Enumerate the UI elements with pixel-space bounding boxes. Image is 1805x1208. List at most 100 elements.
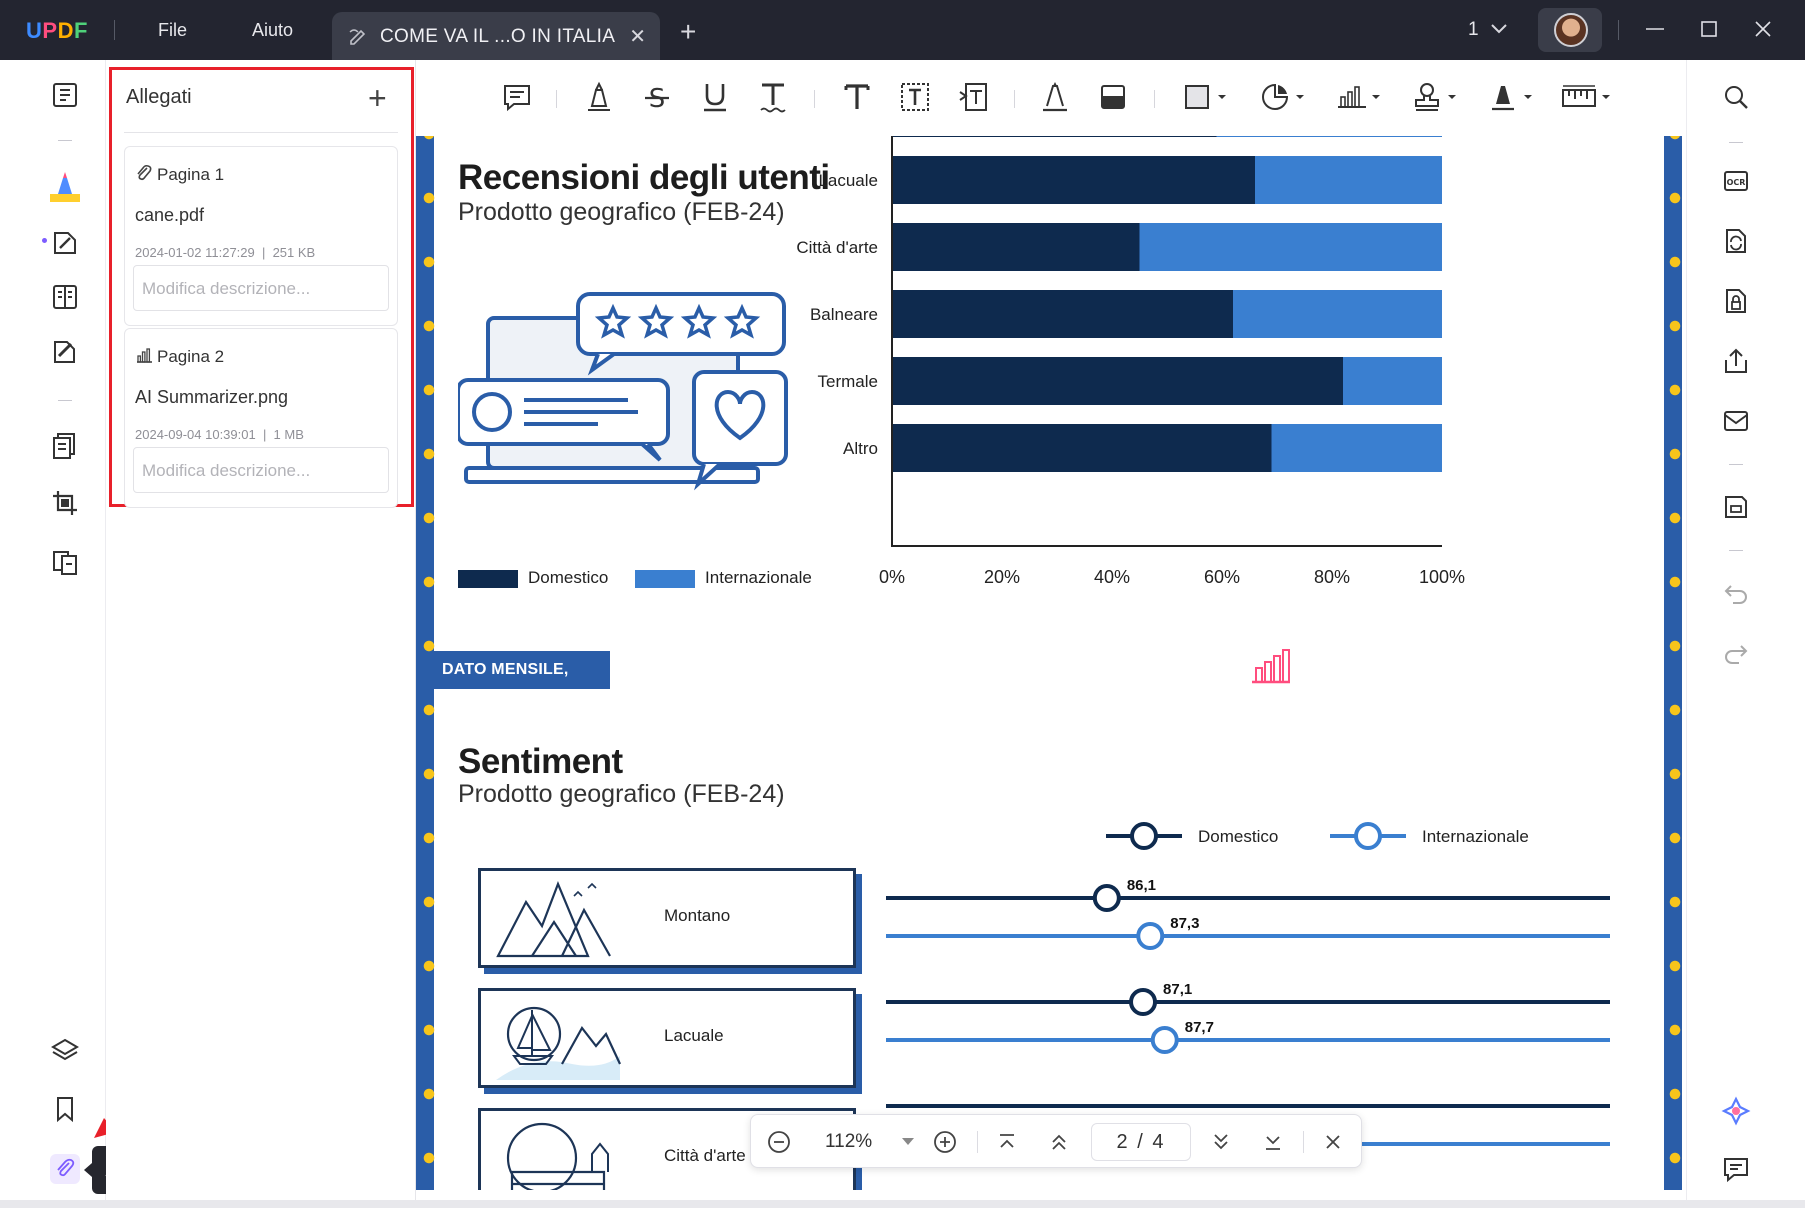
document-tab[interactable]: COME VA IL ...O IN ITALIA ✕ <box>332 12 660 60</box>
bar-internazionale-4 <box>1343 357 1442 405</box>
menu-aiuto[interactable]: Aiuto <box>252 20 293 41</box>
pencil-icon[interactable] <box>1038 80 1072 114</box>
sentiment-subtitle: Prodotto geografico (FEB-24) <box>458 780 785 808</box>
form-icon[interactable] <box>50 282 80 312</box>
compare-icon[interactable] <box>50 548 80 578</box>
squiggly-icon[interactable] <box>756 80 790 114</box>
redo-icon[interactable] <box>1721 638 1751 668</box>
sentiment-card-montano: Montano <box>478 868 858 972</box>
maximize-icon[interactable] <box>1694 14 1724 44</box>
x-tick-label: 60% <box>1204 567 1240 587</box>
ocr-icon[interactable]: OCR <box>1721 166 1751 196</box>
attachment-size: 1 MB <box>273 427 304 442</box>
slider-knob-domestico <box>1129 988 1158 1016</box>
attachment-name: cane.pdf <box>135 205 205 225</box>
underline-icon[interactable] <box>698 80 732 114</box>
minimize-icon[interactable] <box>1640 14 1670 44</box>
last-page-icon[interactable] <box>1259 1128 1287 1156</box>
previous-page-icon[interactable] <box>1045 1128 1073 1156</box>
pdf-page[interactable]: Recensioni degli utenti Prodotto geograf… <box>416 136 1686 1190</box>
dots-right <box>1669 136 1681 1190</box>
mail-icon[interactable] <box>1721 406 1751 436</box>
callout-icon[interactable] <box>956 80 990 114</box>
fill-sign-icon[interactable] <box>50 336 80 366</box>
undo-icon[interactable] <box>1721 578 1751 608</box>
attachment-card[interactable]: Pagina 1 cane.pdf 2024-01-02 11:27:29 | … <box>124 146 398 326</box>
legend-swatch-domestico <box>458 569 518 588</box>
description-field[interactable]: Modifica descrizione... <box>133 265 389 311</box>
attachment-meta: 2024-09-04 10:39:01 | 1 MB <box>135 427 304 442</box>
panel-divider <box>124 132 398 133</box>
attachment-card[interactable]: Pagina 2 AI Summarizer.png 2024-09-04 10… <box>124 328 398 508</box>
add-attachment-button[interactable]: + <box>368 80 387 117</box>
close-window-icon[interactable] <box>1748 14 1778 44</box>
card-label: Lacuale <box>664 1026 724 1045</box>
menu-file[interactable]: File <box>158 20 187 41</box>
comments-icon[interactable] <box>1721 1154 1751 1184</box>
crop-icon[interactable] <box>50 488 80 518</box>
description-field[interactable]: Modifica descrizione... <box>133 447 389 493</box>
eraser-icon[interactable] <box>1096 80 1130 114</box>
stamp-icon[interactable] <box>1410 80 1460 114</box>
highlight-icon[interactable] <box>582 80 616 114</box>
layers-icon[interactable] <box>50 1036 80 1066</box>
next-page-icon[interactable] <box>1207 1128 1235 1156</box>
edit-icon[interactable] <box>50 228 80 258</box>
mountain-icon <box>496 881 611 958</box>
page-indicator[interactable]: 1 <box>1468 19 1479 41</box>
convert-icon[interactable] <box>1721 226 1751 256</box>
slider-value-internazionale: 87,7 <box>1185 1019 1214 1036</box>
legend-internazionale: Internazionale <box>1422 827 1529 846</box>
slider-value-domestico: 87,1 <box>1163 981 1192 998</box>
left-tool-strip <box>24 60 106 1200</box>
tool-separator <box>1154 90 1155 108</box>
attachment-meta: 2024-01-02 11:27:29 | 251 KB <box>135 245 316 260</box>
new-tab-icon[interactable]: + <box>680 16 696 48</box>
zoom-out-icon[interactable] <box>765 1128 793 1156</box>
attachment-icon[interactable] <box>50 1154 80 1184</box>
x-tick-label: 80% <box>1314 567 1350 587</box>
ai-icon[interactable] <box>1721 1096 1751 1126</box>
textbox-icon[interactable] <box>898 80 932 114</box>
page-number-field[interactable]: 2 / 4 <box>1091 1123 1191 1161</box>
sticker-icon[interactable] <box>1258 80 1308 114</box>
bar-internazionale-0 <box>1216 136 1442 137</box>
sentiment-card-lacuale: Lacuale <box>478 988 858 1092</box>
category-label: Altro <box>843 439 878 458</box>
tool-separator <box>58 400 72 401</box>
text-icon[interactable] <box>840 80 874 114</box>
organize-icon[interactable] <box>50 430 80 460</box>
slider-knob-domestico <box>1092 884 1121 912</box>
right-tool-strip: OCR <box>1686 60 1782 1200</box>
category-label: Lacuale <box>818 171 878 190</box>
search-icon[interactable] <box>1721 82 1751 112</box>
chevron-down-icon[interactable] <box>1490 22 1508 36</box>
card-label: Città d'arte <box>664 1146 746 1165</box>
user-avatar[interactable] <box>1538 8 1602 52</box>
zoom-in-icon[interactable] <box>931 1128 959 1156</box>
slider-knob-internazionale <box>1136 922 1165 950</box>
sailboat-icon <box>496 1006 621 1080</box>
shape-icon[interactable] <box>1182 80 1232 114</box>
bar-internazionale-5 <box>1271 424 1442 472</box>
bar-domestico-4 <box>892 357 1343 405</box>
save-icon[interactable] <box>1721 492 1751 522</box>
signature-icon[interactable] <box>1486 80 1536 114</box>
strikethrough-icon[interactable]: S <box>640 80 674 114</box>
chevron-down-icon[interactable] <box>901 1137 915 1147</box>
measure-icon[interactable] <box>1560 80 1614 114</box>
tab-close-icon[interactable]: ✕ <box>629 24 646 49</box>
protect-icon[interactable] <box>1721 286 1751 316</box>
slider-knob-internazionale <box>1150 1026 1179 1054</box>
first-page-icon[interactable] <box>993 1128 1021 1156</box>
comment-icon[interactable] <box>46 168 84 206</box>
close-icon[interactable] <box>1319 1128 1347 1156</box>
chart-tool-icon[interactable] <box>1334 80 1384 114</box>
card-label: Montano <box>664 906 731 925</box>
bookmark-icon[interactable] <box>50 1094 80 1124</box>
attachment-page: Pagina 1 <box>157 165 225 184</box>
share-icon[interactable] <box>1721 346 1751 376</box>
zoom-level[interactable]: 112% <box>825 1131 872 1153</box>
sticky-note-icon[interactable] <box>500 80 534 114</box>
reader-icon[interactable] <box>50 80 80 110</box>
